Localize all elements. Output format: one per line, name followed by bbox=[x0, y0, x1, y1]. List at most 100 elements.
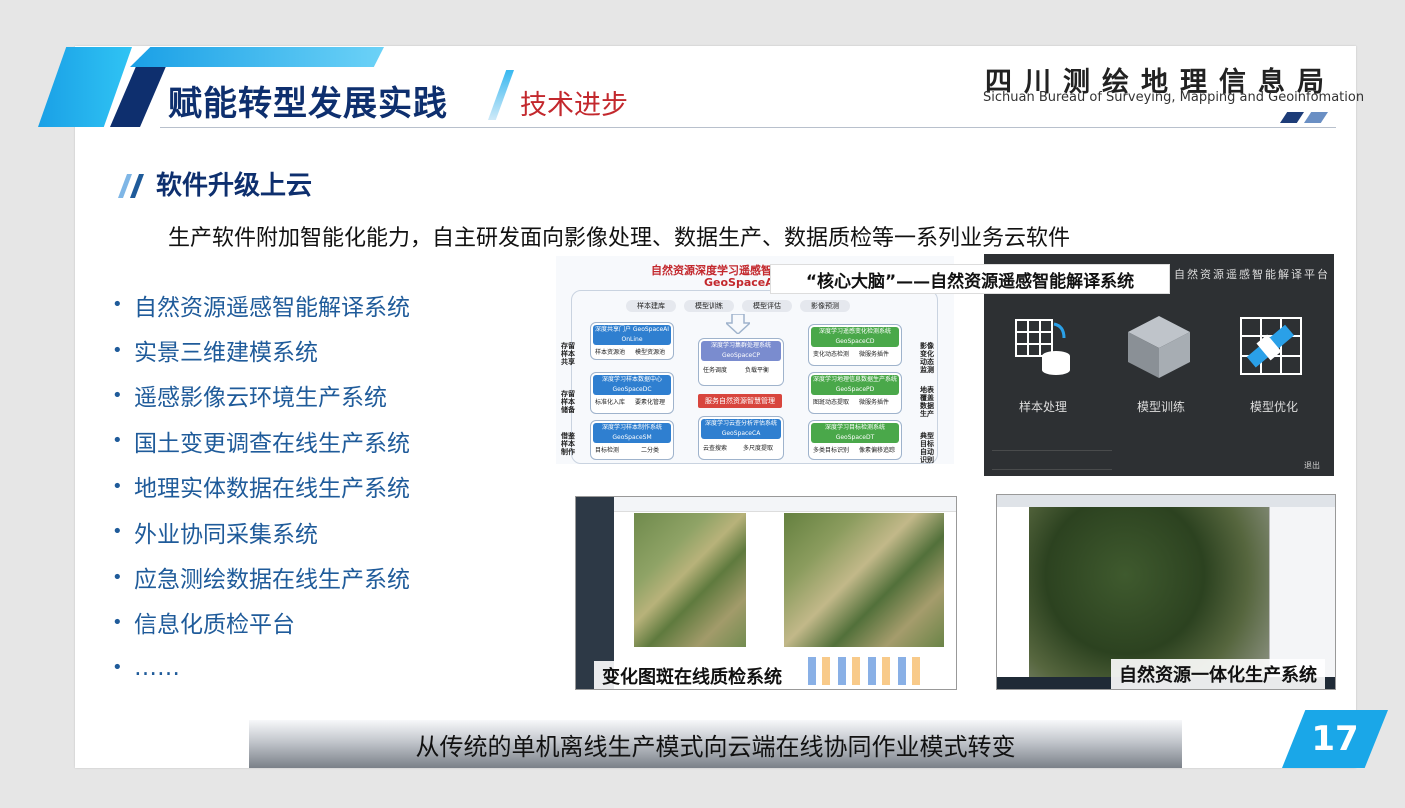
cube-icon bbox=[1128, 316, 1190, 378]
panel-head: 深度学习集群处理系统 GeoSpaceCP bbox=[701, 341, 781, 361]
panel-head: 深度学习样本数据中心 GeoSpaceDC bbox=[593, 375, 671, 395]
list-item-label: 国土变更调查在线生产系统 bbox=[134, 430, 410, 457]
panel-cell: 微服务插件 bbox=[859, 399, 890, 406]
list-item: • 信息化质检平台 bbox=[112, 600, 410, 645]
diagram-panel: 深度学习地理信息数据生产系统 GeoSpacePD 图斑动态提取 微服务插件 bbox=[808, 372, 902, 414]
production-system-screenshot: 自然资源一体化生产系统 bbox=[996, 494, 1336, 690]
panel-cell: 二分类 bbox=[641, 447, 660, 454]
list-item-label: 信息化质检平台 bbox=[134, 612, 295, 639]
bullet-dot: • bbox=[112, 339, 123, 361]
diagram-subtitle: GeoSpaceAI bbox=[704, 276, 778, 289]
system-list: • 自然资源遥感智能解译系统 • 实景三维建模系统 • 遥感影像云环境生产系统 • 国土… bbox=[112, 282, 410, 691]
diagram-right-label: 地表覆盖数据生产 bbox=[920, 386, 934, 418]
diagram-left-label: 存留样本储备 bbox=[561, 390, 575, 414]
list-item-label: 遥感影像云环境生产系统 bbox=[134, 385, 387, 412]
footer-bar: 从传统的单机离线生产模式向云端在线协同作业模式转变 bbox=[249, 720, 1182, 768]
qc-caption: 变化图斑在线质检系统 bbox=[594, 661, 790, 689]
section-intro: 生产软件附加智能化能力，自主研发面向影像处理、数据生产、数据质检等一系列业务云软… bbox=[168, 226, 1071, 251]
diagram-panel: 深度学习样本数据中心 GeoSpaceDC 标准化入库 要素化管理 bbox=[590, 372, 674, 414]
footer-text: 从传统的单机离线生产模式向云端在线协同作业模式转变 bbox=[415, 732, 1016, 761]
qc-toolbar bbox=[614, 497, 956, 512]
list-item: • 实景三维建模系统 bbox=[112, 327, 410, 372]
list-item: • 地理实体数据在线生产系统 bbox=[112, 464, 410, 509]
qc-table bbox=[808, 657, 928, 685]
panel-head: 深度学习地理信息数据生产系统 GeoSpacePD bbox=[811, 375, 899, 395]
copyright-block bbox=[992, 450, 1112, 470]
bullet-dot: • bbox=[112, 521, 123, 543]
bullet-dot: • bbox=[112, 566, 123, 588]
list-item: • 遥感影像云环境生产系统 bbox=[112, 373, 410, 418]
header-divider bbox=[160, 127, 1336, 128]
panel-cell: 多尺度提取 bbox=[743, 445, 774, 452]
panel-cell: 云查搜索 bbox=[703, 445, 728, 452]
diagram-right-label: 典型目标自动识别 bbox=[920, 432, 934, 464]
panel-head: 深度学习目标检测系统 GeoSpaceDT bbox=[811, 423, 899, 443]
bullet-dot: • bbox=[112, 294, 123, 316]
header-decoration-stripe bbox=[130, 47, 384, 67]
section-title: 软件升级上云 bbox=[156, 171, 313, 201]
center-banner: 服务自然资源智慧管理 bbox=[698, 394, 782, 408]
panel-cell: 任务调度 bbox=[703, 367, 728, 374]
list-item: • 国土变更调查在线生产系统 bbox=[112, 418, 410, 463]
bullet-dot: • bbox=[112, 657, 123, 679]
icon-label: 模型训练 bbox=[1137, 400, 1186, 414]
bullet-dot: • bbox=[112, 611, 123, 633]
satellite-image-before bbox=[634, 513, 746, 647]
list-item-label: 地理实体数据在线生产系统 bbox=[134, 476, 410, 503]
slide-title: 赋能转型发展实践 bbox=[168, 84, 448, 124]
list-item-label: 自然资源遥感智能解译系统 bbox=[134, 294, 410, 321]
list-item-label: 外业协同采集系统 bbox=[134, 521, 318, 548]
double-slash-icon bbox=[118, 174, 144, 198]
panel-cell: 图斑动态提取 bbox=[813, 399, 850, 406]
bullet-dot: • bbox=[112, 430, 123, 452]
diagram-right-label: 影像变化动态监测 bbox=[920, 342, 934, 374]
bullet-dot: • bbox=[112, 384, 123, 406]
panel-head: 深度学习云查分析评估系统 GeoSpaceCA bbox=[701, 419, 781, 439]
diagram-panel: 深度学习云查分析评估系统 GeoSpaceCA 云查搜索 多尺度提取 bbox=[698, 416, 784, 460]
exit-link[interactable]: 退出 bbox=[1304, 460, 1320, 471]
diagram-panel: 深度学习集群处理系统 GeoSpaceCP 任务调度 负载平衡 bbox=[698, 338, 784, 386]
panel-head: 深度共享门户 GeoSpaceAI OnLine bbox=[593, 325, 671, 345]
prod-caption: 自然资源一体化生产系统 bbox=[1111, 659, 1325, 689]
prod-layer-panel bbox=[997, 507, 1030, 677]
prod-property-panel bbox=[1269, 507, 1335, 677]
panel-cell: 模型资源池 bbox=[635, 349, 666, 356]
panel-cell: 负载平衡 bbox=[745, 367, 770, 374]
diagram-panel: 深度学习遥感变化检测系统 GeoSpaceCD 变化动态检测 微服务插件 bbox=[808, 324, 902, 366]
grid-database-icon bbox=[1015, 319, 1070, 375]
prod-satellite-map bbox=[1029, 507, 1269, 677]
diagram-panel: 深度共享门户 GeoSpaceAI OnLine 样本资源池 模型资源池 bbox=[590, 322, 674, 360]
panel-cell: 标准化入库 bbox=[595, 399, 626, 406]
satellite-image-after bbox=[784, 513, 944, 647]
panel-cell: 目标检测 bbox=[595, 447, 620, 454]
panel-cell: 多类目标识别 bbox=[813, 447, 850, 454]
list-item-label: 应急测绘数据在线生产系统 bbox=[134, 567, 410, 594]
panel-cell: 微服务插件 bbox=[859, 351, 890, 358]
diagram-left-label: 借鉴样本制作 bbox=[561, 432, 575, 456]
diagram-tab: 模型训练 bbox=[684, 300, 734, 312]
bureau-name-en: Sichuan Bureau of Surveying, Mapping and… bbox=[983, 90, 1365, 105]
qc-system-screenshot: 变化图斑在线质检系统 bbox=[575, 496, 957, 690]
panel-cell: 变化动态检测 bbox=[813, 351, 850, 358]
diagram-tab: 影像预测 bbox=[800, 300, 850, 312]
icon-label: 样本处理 bbox=[1019, 400, 1068, 414]
diagram-tab: 模型评估 bbox=[742, 300, 792, 312]
list-item: • 外业协同采集系统 bbox=[112, 509, 410, 554]
icon-label: 模型优化 bbox=[1250, 400, 1299, 414]
panel-head: 深度学习样本制作系统 GeoSpaceSM bbox=[593, 423, 671, 443]
panel-cell: 要素化管理 bbox=[635, 399, 666, 406]
platform-title: 自然资源遥感智能解译平台 bbox=[1174, 268, 1330, 281]
slide-subtitle: 技术进步 bbox=[520, 90, 628, 121]
panel-head: 深度学习遥感变化检测系统 GeoSpaceCD bbox=[811, 327, 899, 347]
list-item: • …… bbox=[112, 645, 410, 690]
list-item-label: …… bbox=[134, 654, 180, 681]
list-item-label: 实景三维建模系统 bbox=[134, 340, 318, 367]
down-arrow-icon bbox=[726, 314, 750, 334]
diagram-panel: 深度学习样本制作系统 GeoSpaceSM 目标检测 二分类 bbox=[590, 420, 674, 460]
bullet-dot: • bbox=[112, 475, 123, 497]
panel-cell: 像素偏移追踪 bbox=[859, 447, 896, 454]
list-item: • 自然资源遥感智能解译系统 bbox=[112, 282, 410, 327]
satellite-icon bbox=[1240, 317, 1302, 375]
diagram-panel: 深度学习目标检测系统 GeoSpaceDT 多类目标识别 像素偏移追踪 bbox=[808, 420, 902, 460]
list-item: • 应急测绘数据在线生产系统 bbox=[112, 554, 410, 599]
